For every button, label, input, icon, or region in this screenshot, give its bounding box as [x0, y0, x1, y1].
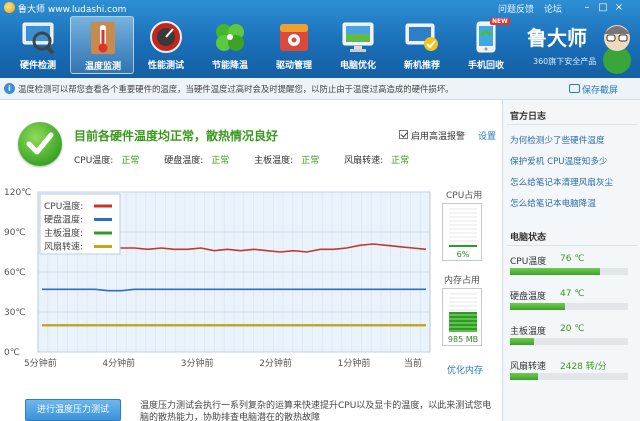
log-link-3[interactable]: 怎么给笔记本清理风扇灰尘 — [510, 176, 613, 188]
memory-usage-fill — [449, 312, 477, 332]
pc-state-title: 电脑状态 — [510, 233, 547, 243]
app-logo-icon — [4, 2, 15, 13]
legend-label: 硬盘温度: — [44, 214, 83, 226]
temperature-chart: 120℃ 90℃ 60℃ 30℃ 0℃ 5分钟前 4分钟前 3分钟前 2分钟前 1分钟前 当前 CPU… — [4, 188, 431, 369]
brand-subtitle: 360旗下安全产品 — [533, 57, 597, 66]
leaf-icon — [212, 19, 248, 55]
memory-usage-value: 985 MB — [447, 335, 479, 344]
legend-label: 风扇转速: — [44, 241, 83, 253]
status-summary: CPU温度: 正常 硬盘温度: 正常 主板温度: 正常 风扇转速: 正常 — [74, 153, 431, 166]
title-bar: 鲁大师 www.ludashi.com 问题反馈 论坛 – □ × — [0, 0, 640, 16]
y-tick-label: 30℃ — [4, 308, 26, 318]
y-tick-label: 120℃ — [4, 188, 31, 198]
log-link-2[interactable]: 保护爱机 CPU温度知多少 — [510, 155, 608, 167]
x-tick-label: 当前 — [404, 357, 422, 369]
nav-driver-management[interactable]: 驱动管理 — [262, 16, 326, 74]
high-temp-alarm-label: 启用高温报警 — [411, 132, 466, 142]
top-links: 问题反馈 论坛 — [498, 2, 569, 15]
info-text: 温度检测可以帮您查看各个重要硬件的温度，当硬件温度过高时会及时提醒您，以防止由于… — [18, 84, 454, 94]
driver-icon — [276, 19, 312, 55]
disk-temp-status: 正常 — [211, 156, 230, 166]
state-board-label: 主板温度 — [510, 327, 547, 337]
y-tick-label: 0℃ — [4, 348, 20, 358]
main-nav: 硬件检测 温度监测 性能测试 节能降温 驱动管理 电脑优化 新机推荐 手机回收 — [6, 16, 518, 76]
y-tick-label: 60℃ — [4, 268, 26, 278]
nav-hardware-check[interactable]: 硬件检测 — [6, 16, 70, 74]
optimize-icon — [340, 19, 376, 55]
hardware-check-icon — [20, 19, 56, 55]
speedometer-icon — [148, 19, 184, 55]
mascot-icon — [603, 25, 631, 74]
close-icon[interactable]: × — [612, 1, 626, 14]
state-disk-label: 硬盘温度 — [510, 292, 547, 302]
main-panel: 目前各硬件温度均正常，散热情况良好 CPU温度: 正常 硬盘温度: 正常 主板温度:… — [0, 100, 502, 421]
nav-energy-saving[interactable]: 节能降温 — [198, 16, 262, 74]
nav-performance-test[interactable]: 性能测试 — [134, 16, 198, 74]
memory-usage-label: 内存占用 — [444, 276, 481, 286]
x-tick-label: 3分钟前 — [181, 357, 214, 369]
disk-temp-label: 硬盘温度: — [164, 156, 204, 166]
state-board-value: 20 ℃ — [560, 324, 585, 334]
cpu-temp-status: 正常 — [121, 156, 140, 166]
settings-link[interactable]: 设置 — [478, 129, 496, 142]
nav-temperature-monitor[interactable]: 温度监测 — [70, 16, 134, 74]
brand-name: 鲁大师 — [527, 26, 587, 50]
info-icon: i — [4, 83, 15, 94]
forum-link[interactable]: 论坛 — [544, 5, 562, 15]
new-badge: NEW — [490, 18, 510, 25]
state-cpu-bar — [510, 268, 628, 275]
info-bar: i 温度检测可以帮您查看各个重要硬件的温度，当硬件温度过高时会及时提醒您，以防止… — [0, 78, 640, 100]
y-tick-label: 90℃ — [4, 228, 26, 238]
cpu-usage-meter: 6% — [442, 203, 482, 261]
high-temp-alarm-checkbox[interactable] — [399, 130, 408, 139]
camera-icon[interactable] — [569, 84, 580, 93]
board-temp-label: 主板温度: — [254, 156, 294, 166]
legend-label: CPU温度: — [44, 200, 83, 212]
nav-new-pc[interactable]: 新机推荐 — [390, 16, 454, 74]
board-temp-status: 正常 — [301, 156, 320, 166]
x-tick-label: 2分钟前 — [259, 357, 292, 369]
state-cpu-label: CPU温度 — [510, 257, 547, 267]
cpu-usage-value: 6% — [456, 250, 470, 259]
x-tick-label: 1分钟前 — [338, 357, 371, 369]
right-panel: 官方日志 为何检测少了些硬件温度 保护爱机 CPU温度知多少 怎么给笔记本清理风… — [502, 100, 640, 421]
status-headline: 目前各硬件温度均正常，散热情况良好 — [74, 129, 279, 143]
state-disk-value: 47 ℃ — [560, 289, 585, 299]
stress-test-description: 温度压力测试会执行一系列复杂的运算来快速提升CPU以及显卡的温度，以此来测试您电… — [140, 401, 492, 421]
legend-label: 主板温度: — [44, 227, 83, 239]
top-bar: 鲁大师 www.ludashi.com 问题反馈 论坛 – □ × 硬件检测 温… — [0, 0, 640, 78]
brand: 鲁大师 360旗下安全产品 — [527, 18, 637, 76]
memory-usage-meter: 985 MB — [442, 288, 482, 346]
feedback-link[interactable]: 问题反馈 — [498, 5, 534, 15]
nav-pc-optimize[interactable]: 电脑优化 — [326, 16, 390, 74]
state-cpu-value: 76 ℃ — [560, 254, 585, 264]
thermometer-icon — [85, 20, 121, 56]
cpu-temp-label: CPU温度: — [74, 156, 114, 166]
log-link-1[interactable]: 为何检测少了些硬件温度 — [510, 134, 605, 146]
x-tick-label: 5分钟前 — [24, 357, 57, 369]
cpu-usage-label: CPU占用 — [446, 191, 483, 201]
state-disk-bar — [510, 303, 628, 310]
optimize-memory-link[interactable]: 优化内存 — [447, 363, 483, 376]
minimize-icon[interactable]: – — [580, 1, 594, 14]
new-pc-icon — [404, 19, 440, 55]
check-ok-icon — [18, 122, 62, 166]
save-screenshot-link[interactable]: 保存截屏 — [582, 83, 618, 96]
fan-speed-label: 风扇转速: — [344, 156, 384, 166]
state-fan-label: 风扇转速 — [510, 362, 547, 372]
log-link-4[interactable]: 怎么给笔记本电脑降温 — [510, 197, 596, 209]
state-fan-value: 2428 转/分 — [560, 362, 607, 372]
fan-speed-status: 正常 — [391, 156, 410, 166]
stress-test-button[interactable]: 进行温度压力测试 — [25, 399, 121, 421]
state-fan-bar — [510, 373, 628, 380]
cpu-usage-fill — [449, 245, 477, 247]
app-title: 鲁大师 www.ludashi.com — [18, 5, 127, 15]
x-tick-label: 4分钟前 — [102, 357, 135, 369]
maximize-icon[interactable]: □ — [596, 1, 610, 14]
state-board-bar — [510, 338, 628, 345]
official-log-title: 官方日志 — [510, 112, 547, 122]
